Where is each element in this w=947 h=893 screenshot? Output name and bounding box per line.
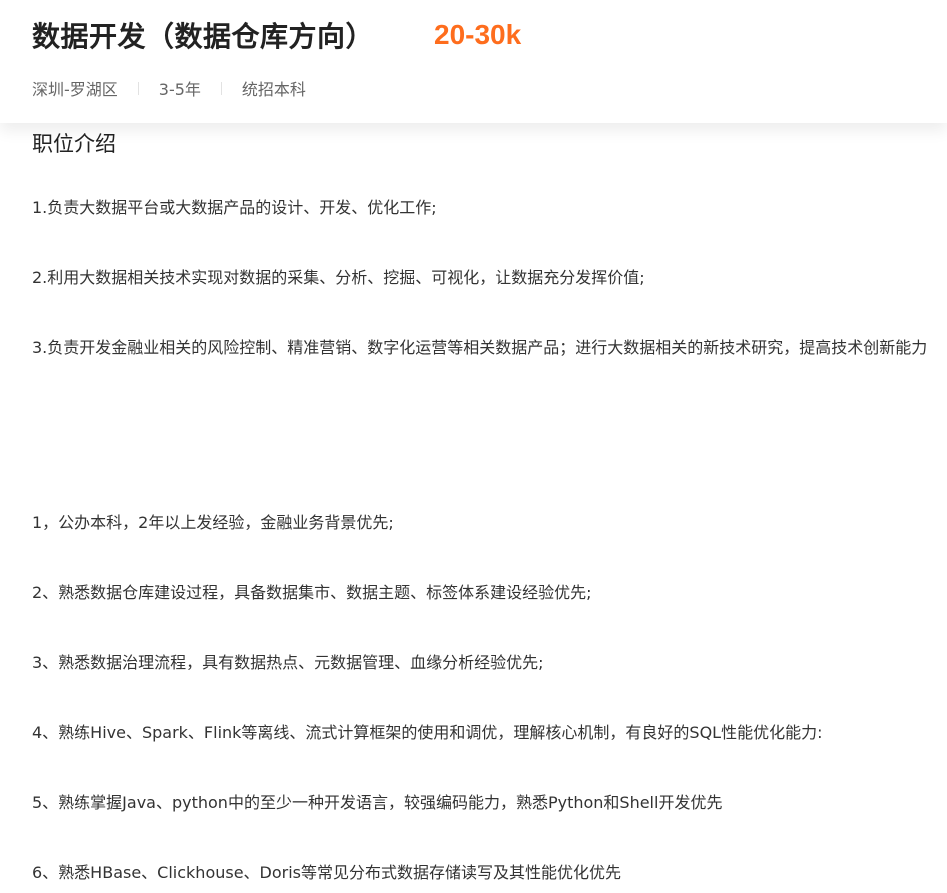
responsibility-item: 3.负责开发金融业相关的风险控制、精准营销、数字化运营等相关数据产品；进行大数据… [32, 338, 928, 357]
salary: 20-30k [434, 19, 522, 50]
meta-divider [220, 81, 222, 95]
job-header: 数据开发（数据仓库方向） 20-30k 深圳-罗湖区 3-5年 统招本科 [0, 0, 947, 123]
title-row: 数据开发（数据仓库方向） 20-30k [32, 14, 521, 56]
requirement-item: 1，公办本科，2年以上发经验，金融业务背景优先; [32, 513, 394, 532]
requirement-item: 2、熟悉数据仓库建设过程，具备数据集市、数据主题、标签体系建设经验优先; [32, 583, 592, 602]
job-meta: 深圳-罗湖区 3-5年 统招本科 [32, 76, 306, 100]
meta-divider [137, 81, 139, 95]
requirement-item: 5、熟练掌握Java、python中的至少一种开发语言，较强编码能力，熟悉Pyt… [32, 793, 723, 812]
responsibility-item: 1.负责大数据平台或大数据产品的设计、开发、优化工作; [32, 198, 437, 217]
job-experience: 3-5年 [158, 80, 201, 99]
section-title: 职位介绍 [32, 132, 116, 156]
job-education: 统招本科 [241, 80, 306, 99]
requirement-item: 6、熟悉HBase、Clickhouse、Doris等常见分布式数据存储读写及其… [32, 863, 622, 882]
job-location: 深圳-罗湖区 [32, 80, 118, 99]
requirement-item: 4、熟练Hive、Spark、Flink等离线、流式计算框架的使用和调优，理解核… [32, 723, 823, 742]
job-title: 数据开发（数据仓库方向） [32, 20, 375, 53]
responsibility-item: 2.利用大数据相关技术实现对数据的采集、分析、挖掘、可视化，让数据充分发挥价值; [32, 268, 645, 287]
requirement-item: 3、熟悉数据治理流程，具有数据热点、元数据管理、血缘分析经验优先; [32, 653, 544, 672]
